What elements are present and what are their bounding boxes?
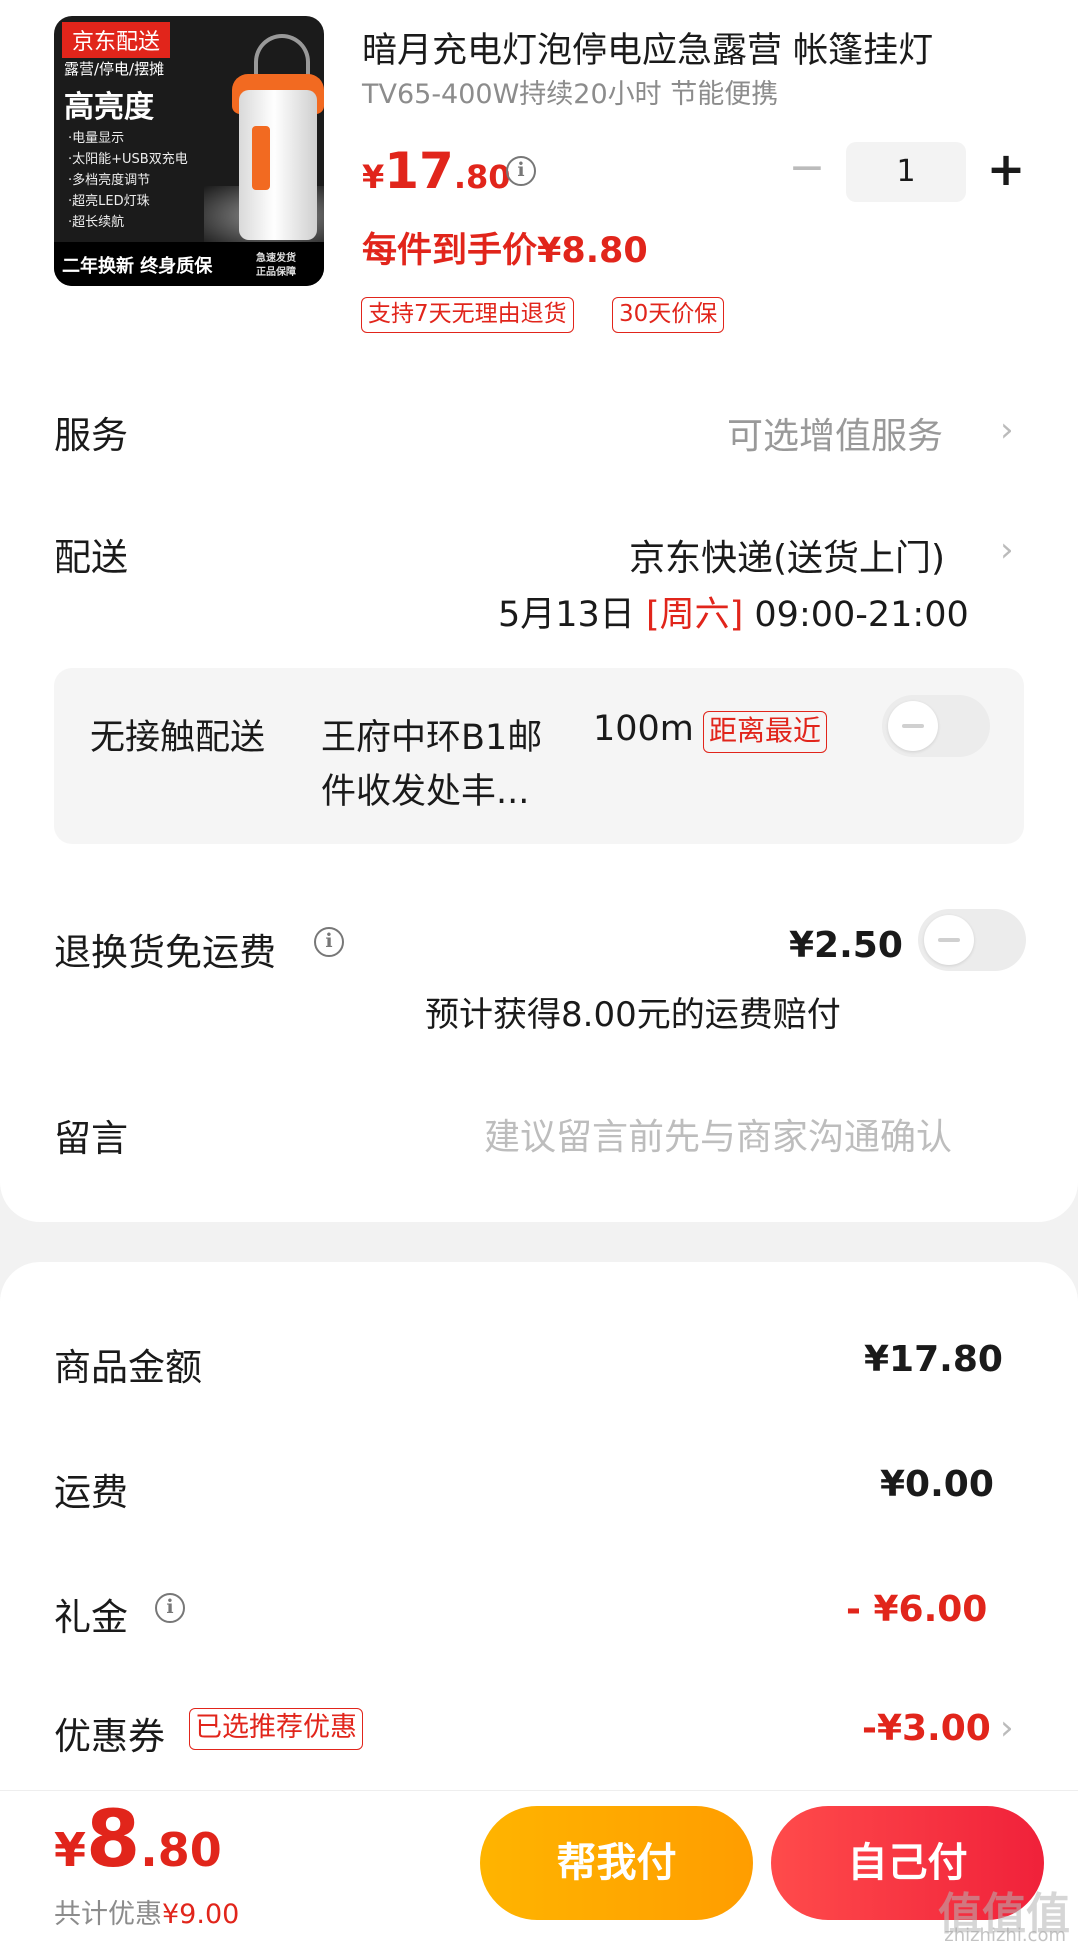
goods-amount-label: 商品金额 — [54, 1346, 202, 1389]
contactless-location-line1: 王府中环B1邮 — [321, 718, 543, 758]
product-title[interactable]: 暗月充电灯泡停电应急露营 帐篷挂灯 — [362, 22, 1002, 73]
delivery-date: 5月13日 — [498, 595, 635, 635]
thumb-feature: ·多档亮度调节 — [68, 173, 151, 188]
toggle-knob — [924, 915, 974, 965]
savings-value: ¥9.00 — [162, 1899, 240, 1930]
goods-amount-value: ¥17.80 — [864, 1339, 1003, 1380]
quantity-increase-button[interactable]: + — [984, 146, 1028, 196]
thumb-warranty: 二年换新 终身质保 — [62, 256, 213, 277]
contactless-location-line2: 件收发处丰... — [321, 772, 530, 812]
thumb-feature: ·超长续航 — [68, 215, 125, 230]
total-integer: 8 — [86, 1795, 141, 1885]
product-spec[interactable]: TV65-400W持续20小时 节能便携 — [362, 72, 778, 111]
price-decimal: .80 — [453, 158, 511, 196]
delivery-time[interactable]: 5月13日 [周六] 09:00-21:00 — [498, 586, 969, 637]
price-info-icon[interactable]: i — [506, 156, 536, 186]
service-value[interactable]: 可选增值服务 — [727, 407, 943, 459]
return-insurance-note: 预计获得8.00元的运费赔付 — [425, 995, 841, 1035]
delivery-label: 配送 — [54, 536, 128, 579]
thumb-guarantee-line: 急速发货 — [256, 253, 296, 264]
return-insurance-toggle[interactable] — [918, 909, 1026, 971]
product-price: ¥17.80 — [362, 142, 511, 200]
message-input[interactable]: 建议留言前先与商家沟通确认 — [484, 1108, 952, 1160]
lamp-strip-shape — [252, 126, 270, 190]
quantity-input[interactable]: 1 — [846, 142, 966, 202]
total-price: ¥8.80 — [54, 1795, 222, 1885]
service-label: 服务 — [54, 414, 128, 457]
thumb-feature: ·太阳能+USB双充电 — [68, 152, 188, 167]
thumb-bottom-banner: 二年换新 终身质保 急速发货 正品保障 — [54, 242, 324, 286]
message-label: 留言 — [54, 1117, 128, 1160]
delivery-hours: 09:00-21:00 — [754, 595, 969, 635]
gift-label: 礼金 — [54, 1596, 128, 1639]
contactless-toggle[interactable] — [882, 695, 990, 757]
contactless-distance: 100m — [593, 709, 694, 749]
thumb-subtitle: 露营/停电/摆摊 — [64, 60, 165, 78]
delivery-weekday: [周六] — [645, 595, 744, 635]
shipping-value: ¥0.00 — [880, 1464, 994, 1505]
toggle-knob — [888, 701, 938, 751]
nearest-badge: 距离最近 — [703, 711, 828, 753]
thumb-features: ·电量显示 ·太阳能+USB双充电 ·多档亮度调节 ·超亮LED灯珠 ·超长续航 — [68, 128, 188, 233]
price-integer: 17 — [384, 142, 454, 200]
return-insurance-label: 退换货免运费 — [54, 931, 276, 974]
thumb-guarantee: 急速发货 正品保障 — [256, 252, 296, 280]
total-decimal: .80 — [140, 1823, 222, 1877]
thumb-guarantee-line: 正品保障 — [256, 267, 296, 278]
each-price: 每件到手价¥8.80 — [362, 231, 648, 271]
coupon-value[interactable]: -¥3.00 — [862, 1708, 991, 1749]
savings-prefix: 共计优惠 — [54, 1899, 162, 1930]
return-insurance-price: ¥2.50 — [789, 925, 903, 966]
thumb-feature: ·超亮LED灯珠 — [68, 194, 150, 209]
thumb-headline: 高亮度 — [64, 90, 154, 125]
thumb-jd-tag: 京东配送 — [62, 22, 171, 58]
total-savings: 共计优惠¥9.00 — [54, 1892, 239, 1931]
gift-info-icon[interactable]: i — [155, 1593, 185, 1623]
shipping-label: 运费 — [54, 1471, 128, 1514]
lamp-body-shape — [239, 90, 317, 240]
contactless-label: 无接触配送 — [90, 718, 266, 758]
return-insurance-info-icon[interactable]: i — [314, 927, 344, 957]
chevron-right-icon[interactable]: › — [1000, 1708, 1014, 1748]
price-currency: ¥ — [362, 158, 385, 196]
price-protect-tag: 30天价保 — [612, 297, 725, 333]
chevron-right-icon[interactable]: › — [1000, 410, 1014, 450]
coupon-badge: 已选推荐优惠 — [189, 1708, 363, 1750]
thumb-feature: ·电量显示 — [68, 131, 125, 146]
coupon-label: 优惠券 — [54, 1715, 165, 1758]
delivery-method[interactable]: 京东快递(送货上门) — [629, 529, 945, 581]
return-policy-tag: 支持7天无理由退货 — [361, 297, 574, 333]
watermark-url: zhizhizhi.com — [944, 1925, 1066, 1946]
quantity-decrease-button[interactable]: − — [787, 146, 827, 190]
product-image[interactable]: 京东配送 露营/停电/摆摊 高亮度 ·电量显示 ·太阳能+USB双充电 ·多档亮… — [54, 16, 324, 286]
gift-value: - ¥6.00 — [846, 1589, 988, 1630]
help-pay-button[interactable]: 帮我付 — [480, 1806, 753, 1920]
total-currency: ¥ — [54, 1823, 87, 1877]
chevron-right-icon[interactable]: › — [1000, 530, 1014, 570]
